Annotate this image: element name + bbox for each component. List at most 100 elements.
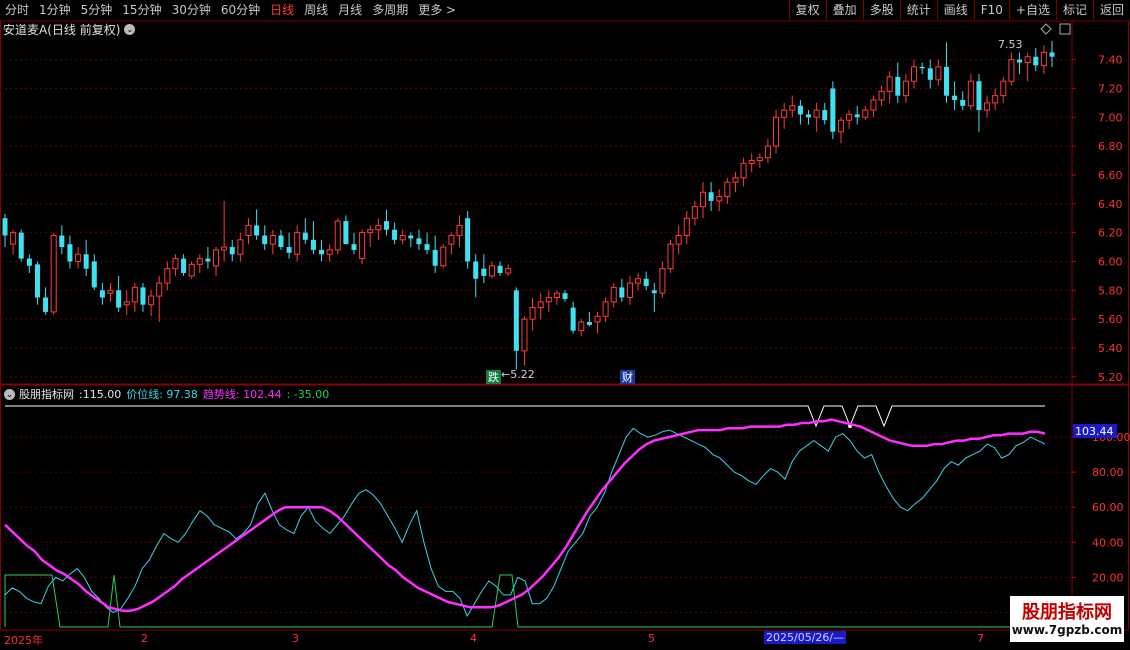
selected-date: 2025/05/26/—	[764, 631, 847, 644]
candle-body	[553, 292, 560, 298]
candle-body	[75, 253, 82, 262]
candle-body	[269, 235, 276, 245]
candle-body	[123, 301, 130, 306]
candle-body	[513, 290, 519, 351]
candle-body	[221, 246, 228, 251]
date-label: 5	[648, 632, 655, 645]
candle-body	[992, 95, 999, 104]
extra-value: : -35.00	[286, 387, 330, 401]
candle-body	[172, 258, 179, 270]
tab-period[interactable]: 15分钟	[117, 0, 166, 20]
draw-line-button[interactable]: 画线	[936, 0, 974, 20]
candle-body	[505, 268, 512, 274]
candle-body	[26, 258, 32, 266]
price-tick-label: 7.40	[1098, 54, 1123, 67]
candle-body	[310, 239, 316, 250]
indicator-panel-border	[0, 384, 1129, 631]
candle-body	[521, 318, 528, 352]
candle-body	[10, 232, 17, 245]
period-tabs: 分时 1分钟 5分钟 15分钟 30分钟 60分钟 日线 周线 月线 多周期 更…	[0, 0, 461, 20]
add-watchlist-button[interactable]: +自选	[1008, 0, 1056, 20]
tab-period[interactable]: 30分钟	[167, 0, 216, 20]
candle-body	[781, 109, 788, 118]
candle-body	[578, 321, 585, 332]
f10-button[interactable]: F10	[973, 0, 1009, 20]
candle-body	[594, 315, 601, 323]
chart-title-row: 安道麦A(日线 前复权) ⌄	[0, 21, 136, 37]
back-button[interactable]: 返回	[1092, 0, 1130, 20]
mark-button[interactable]: 标记	[1055, 0, 1093, 20]
candle-body	[59, 235, 65, 248]
candle-body	[465, 218, 471, 262]
candle-body	[440, 246, 447, 267]
candle-body	[188, 263, 195, 277]
candle-body	[359, 232, 366, 260]
tab-period[interactable]: 月线	[333, 0, 367, 20]
candle-body	[140, 287, 146, 305]
date-label: 7	[977, 632, 984, 645]
tab-period[interactable]: 周线	[299, 0, 333, 20]
candle-body	[724, 181, 731, 198]
indicator-legend: ⌄ 股朋指标网 :115.00 价位线: 97.38 趋势线: 102.44 :…	[0, 387, 334, 401]
candle-body	[229, 247, 235, 255]
chevron-down-icon[interactable]: ⌄	[124, 23, 136, 35]
tab-period[interactable]: 分时	[0, 0, 34, 20]
candle-body	[952, 95, 958, 100]
date-axis: 2025年 2 3 4 5 2025/05/26/— 7	[0, 630, 1130, 650]
candle-body	[456, 224, 463, 237]
candle-body	[99, 290, 105, 298]
candle-body	[659, 268, 666, 294]
restore-rights-button[interactable]: 复权	[788, 0, 826, 20]
candle-body	[902, 80, 909, 97]
candle-body	[529, 307, 536, 320]
candle-body	[935, 66, 942, 81]
tab-period-daily[interactable]: 日线	[265, 0, 299, 20]
stats-button[interactable]: 统计	[899, 0, 937, 20]
candle-body	[895, 76, 901, 96]
chart-canvas[interactable]: 7.40 7.20 7.00 6.80 6.60 6.40 6.20 6.00 5.80 5.60…	[0, 0, 1130, 650]
candle-body	[570, 307, 576, 331]
watermark-url: www.7gpzb.com	[1011, 623, 1123, 637]
candle-body	[846, 113, 853, 121]
tab-period[interactable]: 5分钟	[76, 0, 118, 20]
candle-body	[886, 76, 893, 92]
cai-marker-label: 财	[622, 370, 633, 384]
price-tick-label: 6.00	[1098, 255, 1123, 268]
candle-body	[2, 218, 8, 236]
candle-body	[675, 235, 682, 245]
candle-body	[1017, 59, 1023, 63]
tab-period[interactable]: 多周期	[367, 0, 413, 20]
candle-body	[473, 261, 479, 279]
candle-body	[367, 229, 374, 234]
candle-body	[1040, 51, 1047, 66]
candle-body	[116, 290, 122, 308]
candle-body	[334, 220, 341, 251]
candle-body	[683, 217, 690, 237]
candle-body	[748, 160, 755, 164]
candle-body	[602, 301, 609, 317]
indicator-tick-label: 80.00	[1092, 466, 1124, 479]
price-tick-label: 5.60	[1098, 313, 1123, 326]
price-tick-label: 5.80	[1098, 284, 1123, 297]
chevron-down-icon[interactable]: ⌄	[4, 388, 15, 400]
candle-body	[83, 254, 89, 269]
tab-period[interactable]: 1分钟	[34, 0, 76, 20]
candle-body	[497, 265, 503, 273]
overlay-button[interactable]: 叠加	[825, 0, 863, 20]
candle-body	[67, 244, 73, 262]
tab-more[interactable]: 更多 >	[413, 0, 461, 20]
candle-body	[797, 105, 803, 115]
candle-body	[50, 235, 57, 313]
indicator-tick-label: 40.00	[1092, 536, 1124, 549]
candle-body	[326, 249, 333, 255]
candle-body	[1033, 56, 1039, 66]
candle-body	[837, 119, 844, 133]
candle-body	[278, 235, 284, 248]
candle-body	[740, 162, 747, 179]
candle-body	[245, 224, 252, 237]
current-value-label: 103.44	[1075, 425, 1114, 438]
candle-body	[984, 102, 991, 111]
candle-body	[343, 221, 349, 245]
tab-period[interactable]: 60分钟	[216, 0, 265, 20]
multi-stock-button[interactable]: 多股	[862, 0, 900, 20]
